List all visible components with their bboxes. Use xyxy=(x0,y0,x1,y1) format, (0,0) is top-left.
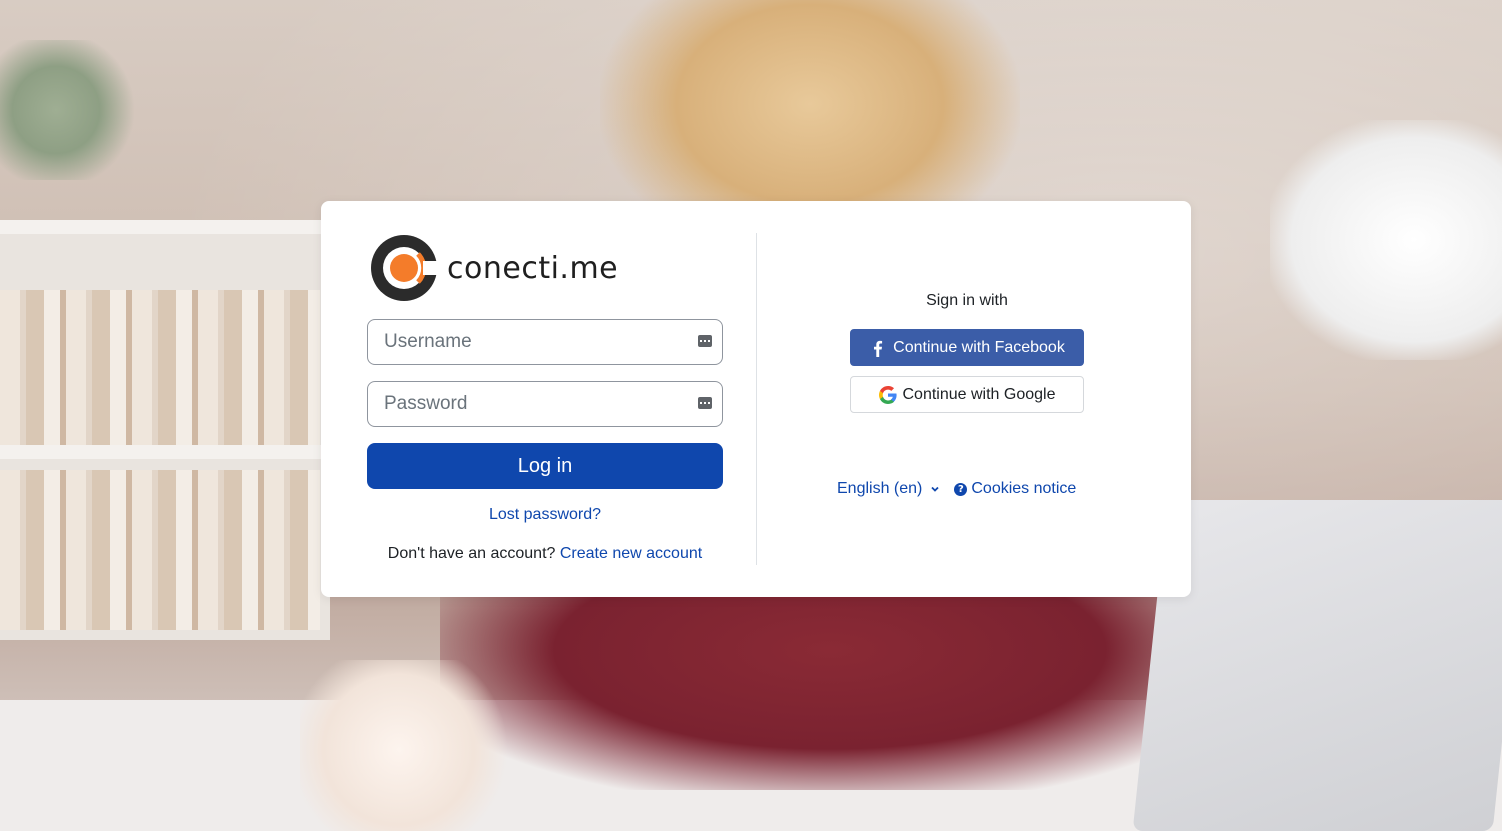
language-label: English (en) xyxy=(837,480,923,497)
facebook-icon xyxy=(874,340,883,357)
cookies-notice-link[interactable]: ? Cookies notice xyxy=(954,480,1076,498)
footer-links: English (en) ? Cookies notice xyxy=(837,480,1076,498)
cookies-label: Cookies notice xyxy=(971,480,1077,497)
login-form: conecti.me Log in Lost password? Don't h… xyxy=(367,201,724,597)
keyboard-icon[interactable] xyxy=(698,397,712,409)
facebook-label: Continue with Facebook xyxy=(893,338,1065,356)
brand-logo: conecti.me xyxy=(371,233,618,303)
password-input[interactable] xyxy=(368,382,684,426)
keyboard-icon[interactable] xyxy=(698,335,712,347)
login-button[interactable]: Log in xyxy=(367,443,723,489)
username-input[interactable] xyxy=(368,320,684,364)
no-account-text: Don't have an account? xyxy=(387,545,556,562)
facebook-login-button[interactable]: Continue with Facebook xyxy=(850,329,1084,366)
signup-row: Don't have an account? Create new accoun… xyxy=(367,545,723,563)
login-card: conecti.me Log in Lost password? Don't h… xyxy=(321,201,1191,597)
logo-icon xyxy=(371,235,437,301)
username-field[interactable] xyxy=(367,319,723,365)
sign-in-with-heading: Sign in with xyxy=(926,292,1008,309)
create-account-link[interactable]: Create new account xyxy=(560,545,702,562)
google-login-button[interactable]: Continue with Google xyxy=(850,376,1084,413)
question-circle-icon: ? xyxy=(954,482,968,496)
chevron-down-icon xyxy=(931,486,940,492)
brand-name: conecti.me xyxy=(447,250,619,286)
google-label: Continue with Google xyxy=(902,385,1056,403)
google-icon xyxy=(878,385,897,404)
lost-password-link[interactable]: Lost password? xyxy=(367,506,723,524)
password-field[interactable] xyxy=(367,381,723,427)
language-selector[interactable]: English (en) xyxy=(837,480,940,498)
sso-panel: Sign in with Continue with Facebook Cont… xyxy=(757,201,1191,597)
